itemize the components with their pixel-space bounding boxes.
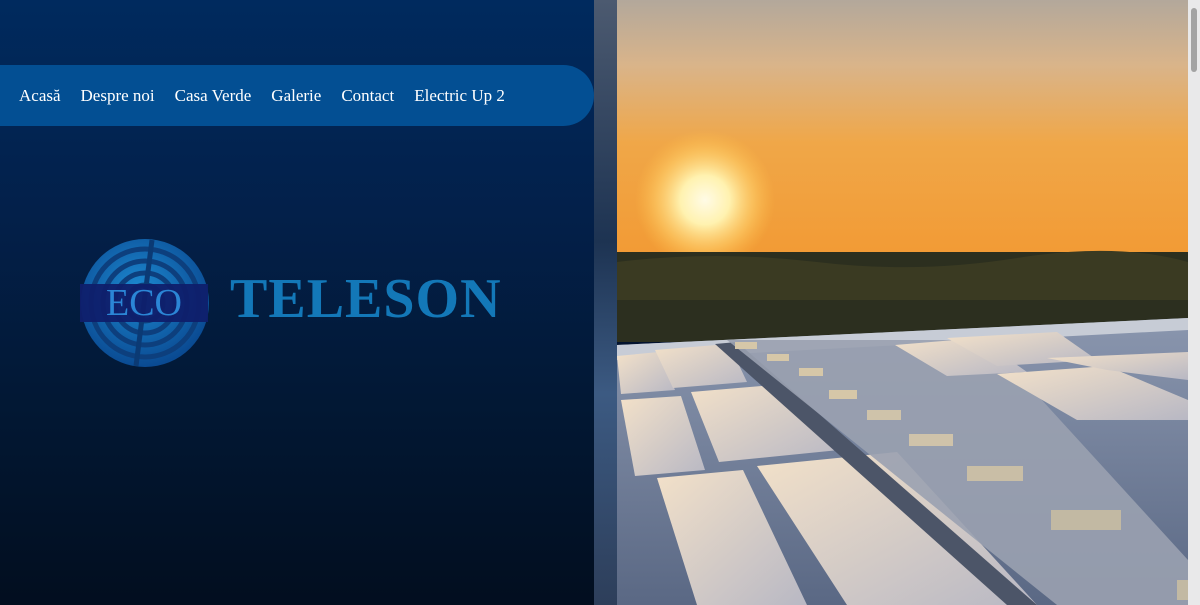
logo-wordmark: TELESON xyxy=(230,268,502,330)
nav-item-electric-up-2[interactable]: Electric Up 2 xyxy=(414,86,505,106)
solar-sunset-image xyxy=(617,0,1188,605)
nav-item-acasa[interactable]: Acasă xyxy=(19,86,61,106)
nav-item-casa-verde[interactable]: Casa Verde xyxy=(175,86,252,106)
nav-item-contact[interactable]: Contact xyxy=(341,86,394,106)
logo-mark-text: ECO xyxy=(106,282,182,324)
photo-edge-strip xyxy=(594,0,617,605)
nav-item-despre-noi[interactable]: Despre noi xyxy=(81,86,155,106)
brand-logo[interactable]: ECO TELESON xyxy=(78,236,518,370)
main-nav: Acasă Despre noi Casa Verde Galerie Cont… xyxy=(0,65,594,126)
nav-item-galerie[interactable]: Galerie xyxy=(271,86,321,106)
hero-image xyxy=(617,0,1188,605)
scrollbar-thumb[interactable] xyxy=(1191,8,1197,72)
hero-left-panel: Acasă Despre noi Casa Verde Galerie Cont… xyxy=(0,0,617,605)
page-scrollbar[interactable] xyxy=(1188,0,1200,605)
logo-mark-icon: ECO xyxy=(80,239,209,367)
